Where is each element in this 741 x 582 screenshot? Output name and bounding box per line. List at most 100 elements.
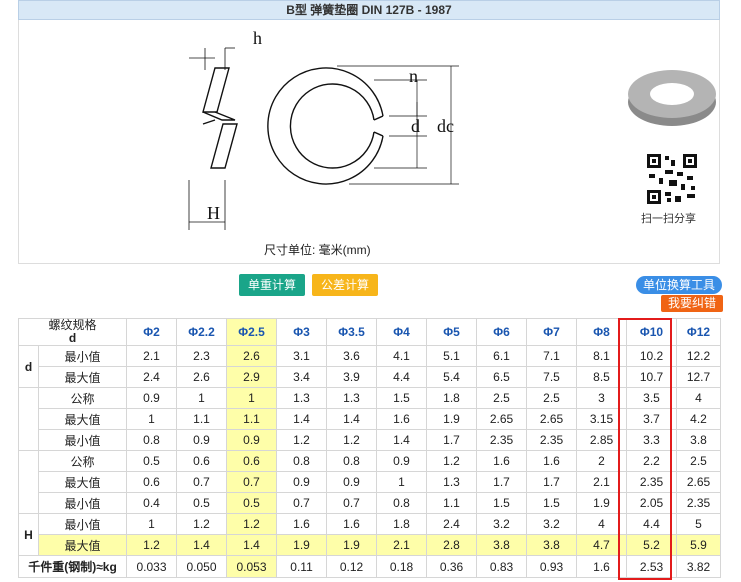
row-label: 最小值 <box>37 492 128 514</box>
table-cell: 3.3 <box>626 429 678 451</box>
report-error-button[interactable]: 我要纠错 <box>661 295 724 312</box>
row-label: 最小值 <box>37 429 128 451</box>
table-cell: 1.8 <box>376 513 428 535</box>
table-cell: 2 <box>576 450 628 472</box>
table-cell: 0.9 <box>326 471 378 493</box>
spec-table: 螺纹规格 d Φ2 Φ2.2 Φ2.5 Φ3 Φ3.5 Φ4 Φ5 Φ6 Φ7 … <box>17 318 722 578</box>
column-header: Φ2 <box>126 318 178 346</box>
table-cell: 5.9 <box>676 534 722 556</box>
table-cell: 3.5 <box>626 387 678 409</box>
table-cell: 1.9 <box>426 408 478 430</box>
table-cell: 1.4 <box>226 534 278 556</box>
column-header: Φ2.2 <box>176 318 228 346</box>
table-cell: 0.6 <box>176 450 228 472</box>
washer-3d-image <box>628 70 716 126</box>
table-cell: 0.9 <box>376 450 428 472</box>
table-cell: 7.5 <box>526 366 578 388</box>
table-cell: 7.1 <box>526 345 578 367</box>
drawing-panel: h H n d dc 扫一扫分享 尺寸单位: 毫米(mm) <box>18 20 720 264</box>
table-cell: 3.8 <box>676 429 722 451</box>
table-row: 最大值 1.2 1.4 1.4 1.9 1.9 2.1 2.8 3.8 3.8 4.7 5.2 5.9 <box>19 534 722 556</box>
table-cell: 1.2 <box>226 513 278 535</box>
unit-tool-button[interactable]: 单位换算工具 <box>636 276 723 294</box>
table-row: 最小值 0.4 0.5 0.5 0.7 0.7 0.8 1.1 1.5 1.5 1.9 2.05 2.3… <box>19 492 722 514</box>
table-cell: 1.9 <box>276 534 328 556</box>
table-header-row: 螺纹规格 d Φ2 Φ2.2 Φ2.5 Φ3 Φ3.5 Φ4 Φ5 Φ6 Φ7 … <box>17 318 722 346</box>
row-group-label: d <box>18 345 39 388</box>
table-cell: 3.8 <box>526 534 578 556</box>
table-cell: 12.2 <box>676 345 722 367</box>
table-cell: 2.3 <box>176 345 228 367</box>
weight-calc-button[interactable]: 单重计算 <box>239 274 306 296</box>
table-cell: 0.18 <box>376 555 428 578</box>
dim-label-H: H <box>207 203 220 223</box>
qr-code-image <box>647 154 697 204</box>
table-cell: 2.5 <box>676 450 722 472</box>
table-cell: 3.9 <box>326 366 378 388</box>
table-cell: 2.35 <box>676 492 722 514</box>
page-title: B型 弹簧垫圈 DIN 127B - 1987 <box>18 0 720 20</box>
table-cell: 0.9 <box>176 429 228 451</box>
share-label: 扫一扫分享 <box>641 213 696 225</box>
table-cell: 2.53 <box>626 555 678 578</box>
table-row: 最小值 0.8 0.9 0.9 1.2 1.2 1.4 1.7 2.35 2.35 2.85 3.3 3… <box>19 429 722 451</box>
table-cell: 0.7 <box>226 471 278 493</box>
table-cell: 5.4 <box>426 366 478 388</box>
table-cell: 1.2 <box>326 429 378 451</box>
table-cell: 2.65 <box>476 408 528 430</box>
column-header: Φ12 <box>676 318 722 346</box>
table-cell: 1 <box>176 387 228 409</box>
row-label: 最小值 <box>37 345 128 367</box>
table-cell: 12.7 <box>676 366 722 388</box>
table-cell: 6.1 <box>476 345 528 367</box>
table-cell: 2.35 <box>526 429 578 451</box>
table-cell: 1.6 <box>576 555 628 578</box>
column-header: Φ5 <box>426 318 478 346</box>
table-cell: 2.2 <box>626 450 678 472</box>
table-cell: 1.7 <box>476 471 528 493</box>
table-row: 公称 0.9 1 1 1.3 1.3 1.5 1.8 2.5 2.5 3 3.5 4 <box>18 387 722 451</box>
table-cell: 0.7 <box>276 492 328 514</box>
table-cell: 2.35 <box>476 429 528 451</box>
table-cell: 5 <box>676 513 722 535</box>
table-cell: 4.4 <box>376 366 428 388</box>
unit-caption: 尺寸单位: 毫米(mm) <box>264 243 371 257</box>
table-cell: 1.7 <box>526 471 578 493</box>
table-cell: 1.5 <box>526 492 578 514</box>
table-cell: 1.5 <box>476 492 528 514</box>
table-cell: 2.4 <box>426 513 478 535</box>
table-cell: 1.1 <box>176 408 228 430</box>
row-group-label <box>18 450 39 514</box>
table-cell: 1.6 <box>276 513 328 535</box>
corner-header-bottom: d <box>68 331 77 345</box>
table-cell: 1.4 <box>276 408 328 430</box>
dim-label-n: n <box>409 66 418 86</box>
column-header: Φ3 <box>276 318 328 346</box>
table-cell: 1.2 <box>276 429 328 451</box>
table-cell: 10.7 <box>626 366 678 388</box>
table-cell: 0.033 <box>126 555 178 578</box>
table-cell: 3.1 <box>276 345 328 367</box>
table-cell: 8.1 <box>576 345 628 367</box>
table-cell: 2.65 <box>676 471 722 493</box>
column-header: Φ2.5 <box>226 318 278 346</box>
row-label: 公称 <box>37 387 128 409</box>
table-cell: 2.6 <box>176 366 228 388</box>
table-row: 最大值 1 1.1 1.1 1.4 1.4 1.6 1.9 2.65 2.65 3.15 3.7 4.2 <box>19 408 722 430</box>
column-header: Φ7 <box>526 318 578 346</box>
weight-row-label: 千件重(钢制)≈kg <box>17 555 128 578</box>
table-cell: 0.8 <box>376 492 428 514</box>
table-cell: 5.1 <box>426 345 478 367</box>
table-row: 最大值 2.4 2.6 2.9 3.4 3.9 4.4 5.4 6.5 7.5 8.5 10.7 12.… <box>19 366 722 388</box>
table-cell: 0.9 <box>226 429 278 451</box>
table-cell: 0.6 <box>126 471 178 493</box>
table-cell: 0.5 <box>226 492 278 514</box>
table-cell: 0.4 <box>126 492 178 514</box>
table-cell: 0.12 <box>326 555 378 578</box>
table-cell: 0.6 <box>226 450 278 472</box>
table-cell: 2.6 <box>226 345 278 367</box>
table-cell: 1 <box>126 408 178 430</box>
tolerance-calc-button[interactable]: 公差计算 <box>312 274 379 296</box>
table-cell: 1.4 <box>176 534 228 556</box>
table-cell: 1.3 <box>326 387 378 409</box>
